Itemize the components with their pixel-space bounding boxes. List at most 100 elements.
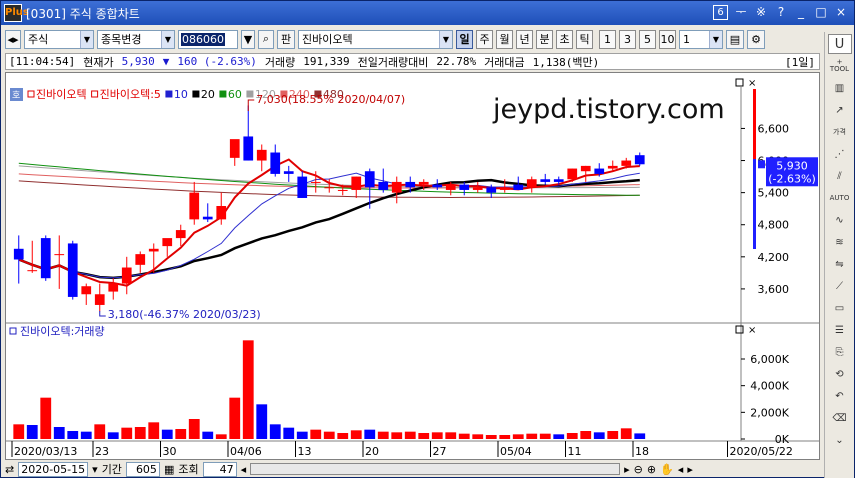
interval-1-button[interactable]: 1 (599, 29, 616, 49)
stock-name-select[interactable]: 진바이오텍 ▼ (298, 29, 453, 49)
minimize-icon[interactable]: _ (794, 5, 808, 20)
period-badge[interactable]: [1일] (785, 54, 815, 70)
view-icon[interactable]: ▦ (164, 463, 174, 476)
volume-bar (296, 431, 308, 439)
wave-icon[interactable]: ∿ (828, 210, 852, 230)
change-stock-select[interactable]: 종목변경 ▼ (97, 29, 175, 49)
candle-body (256, 149, 267, 161)
copy-icon[interactable]: ⎘ (828, 342, 852, 362)
chart-toolbar: ◂▸ 주식 ▼ 종목변경 ▼ 086060 ▼ ⌕ 판 진바이오텍 ▼ 일 주 … (1, 27, 821, 51)
reset-icon[interactable]: ⟲ (828, 364, 852, 384)
chart-canvas[interactable]: jeypd.tistory.com호 진바이오텍 진바이오텍:5 10 20 60 120 2… (6, 73, 819, 459)
unit-select[interactable]: 1 ▼ (679, 29, 723, 49)
chart-area[interactable]: jeypd.tistory.com 호 진바이오텍 진바이오텍:5 10 20 60 120 2… (5, 72, 820, 460)
collapse-sidebar-button[interactable]: U (827, 34, 852, 54)
pattern-icon[interactable]: ⋰ (828, 144, 852, 164)
search-icon[interactable]: ⌕ (258, 29, 274, 49)
interval-5-button[interactable]: 5 (639, 29, 656, 49)
candle-body (594, 168, 605, 174)
scroll-right-icon[interactable]: ▸ (624, 463, 630, 476)
indicator-icon[interactable]: ≋ (828, 232, 852, 252)
analysis-icon[interactable]: ⟋ (828, 276, 852, 296)
legend-swatch (27, 90, 35, 98)
help-icon[interactable]: ? (774, 5, 788, 20)
maximize-icon[interactable]: □ (814, 5, 828, 20)
legend-swatch (219, 90, 227, 98)
candle-body (135, 254, 146, 265)
hand-icon[interactable]: ✋ (660, 463, 674, 476)
date-picker-icon[interactable]: ⇄ (5, 463, 14, 476)
calendar-icon[interactable]: ▾ (92, 463, 98, 476)
chevron-down-icon: ▼ (439, 30, 452, 48)
period-month-button[interactable]: 월 (496, 29, 513, 49)
text-icon[interactable]: ☰ (828, 320, 852, 340)
zoom-out-icon[interactable]: ⊖ (634, 463, 643, 476)
x-tick-label: 27 (433, 445, 447, 458)
tool-icon[interactable]: + TOOL (828, 56, 852, 76)
zoom-in-icon[interactable]: ⊕ (647, 463, 656, 476)
annotation-pointer (247, 99, 255, 111)
pan-button[interactable]: 판 (277, 29, 295, 49)
period-count-field[interactable]: 605 (125, 461, 160, 477)
candle-body (229, 139, 240, 158)
date-field[interactable]: 2020-05-15 (18, 461, 89, 477)
gear-icon[interactable]: ⚙ (747, 29, 765, 49)
screen-number-button[interactable]: 6 (713, 5, 728, 20)
period-minute-button[interactable]: 분 (536, 29, 553, 49)
interval-10-button[interactable]: 10 (659, 29, 676, 49)
candle-body (148, 248, 159, 252)
bar-chart-icon[interactable]: ▥ (828, 78, 852, 98)
undo-icon[interactable]: ↶ (828, 386, 852, 406)
period-week-button[interactable]: 주 (476, 29, 493, 49)
scroll-left-icon[interactable]: ◂ (241, 463, 247, 476)
volume-bar (391, 432, 403, 439)
candle-body (94, 294, 105, 305)
volume-bar (40, 397, 52, 439)
stock-code-input[interactable]: 086060 (178, 29, 238, 49)
compare-icon[interactable]: ⇋ (828, 254, 852, 274)
volume-bar (121, 427, 133, 439)
volume-bar (256, 404, 268, 439)
candle-body (108, 283, 119, 292)
volume-bar (337, 433, 349, 439)
market-select-value: 주식 (28, 33, 49, 46)
volume-bar (485, 435, 497, 439)
view-count-field[interactable]: 47 (202, 461, 237, 477)
price-change: 160 (-2.63%) (177, 55, 257, 68)
market-select[interactable]: 주식 ▼ (24, 29, 94, 49)
price-icon[interactable]: 가격 (828, 122, 852, 142)
legend-swatch (91, 90, 99, 98)
more-icon[interactable]: ⌄ (828, 430, 852, 450)
period-day-button[interactable]: 일 (456, 29, 473, 49)
save-icon[interactable]: ▤ (726, 29, 744, 49)
chart-scrollbar[interactable] (250, 463, 621, 475)
close-icon[interactable]: × (834, 5, 848, 20)
candle-body (364, 171, 375, 188)
code-dropdown-icon[interactable]: ▼ (241, 29, 255, 49)
period-second-button[interactable]: 초 (556, 29, 573, 49)
title-bar[interactable]: Plus [0301] 주식 종합차트 6 ᅮ ※ ? _ □ × (1, 1, 854, 25)
volume-bar (202, 431, 214, 439)
last-price-value: 5,930 (776, 159, 808, 172)
legend-entry: 진바이오텍 (36, 88, 87, 101)
volume-bar (512, 434, 524, 439)
period-year-button[interactable]: 년 (516, 29, 533, 49)
settings-icon[interactable]: ※ (754, 5, 768, 20)
period-tick-button[interactable]: 틱 (576, 29, 593, 49)
next-icon[interactable]: ▸ (687, 463, 693, 476)
toggle-panel-icon[interactable]: ◂▸ (5, 29, 21, 49)
candle-body (81, 286, 92, 295)
delete-icon[interactable]: ⌫ (828, 408, 852, 428)
prev-icon[interactable]: ◂ (678, 463, 684, 476)
app-logo: Plus (4, 4, 29, 22)
interval-3-button[interactable]: 3 (619, 29, 636, 49)
channel-icon[interactable]: ⫽ (828, 166, 852, 186)
pin-icon[interactable]: ᅮ (734, 5, 748, 20)
display-icon[interactable]: ▭ (828, 298, 852, 318)
stock-code-value: 086060 (181, 32, 225, 46)
x-tick-label: 30 (163, 445, 177, 458)
trend-line-icon[interactable]: ↗ (828, 100, 852, 120)
auto-icon[interactable]: AUTO (828, 188, 852, 208)
volume-bar (539, 433, 551, 439)
legend-entry: 10 (174, 88, 188, 101)
